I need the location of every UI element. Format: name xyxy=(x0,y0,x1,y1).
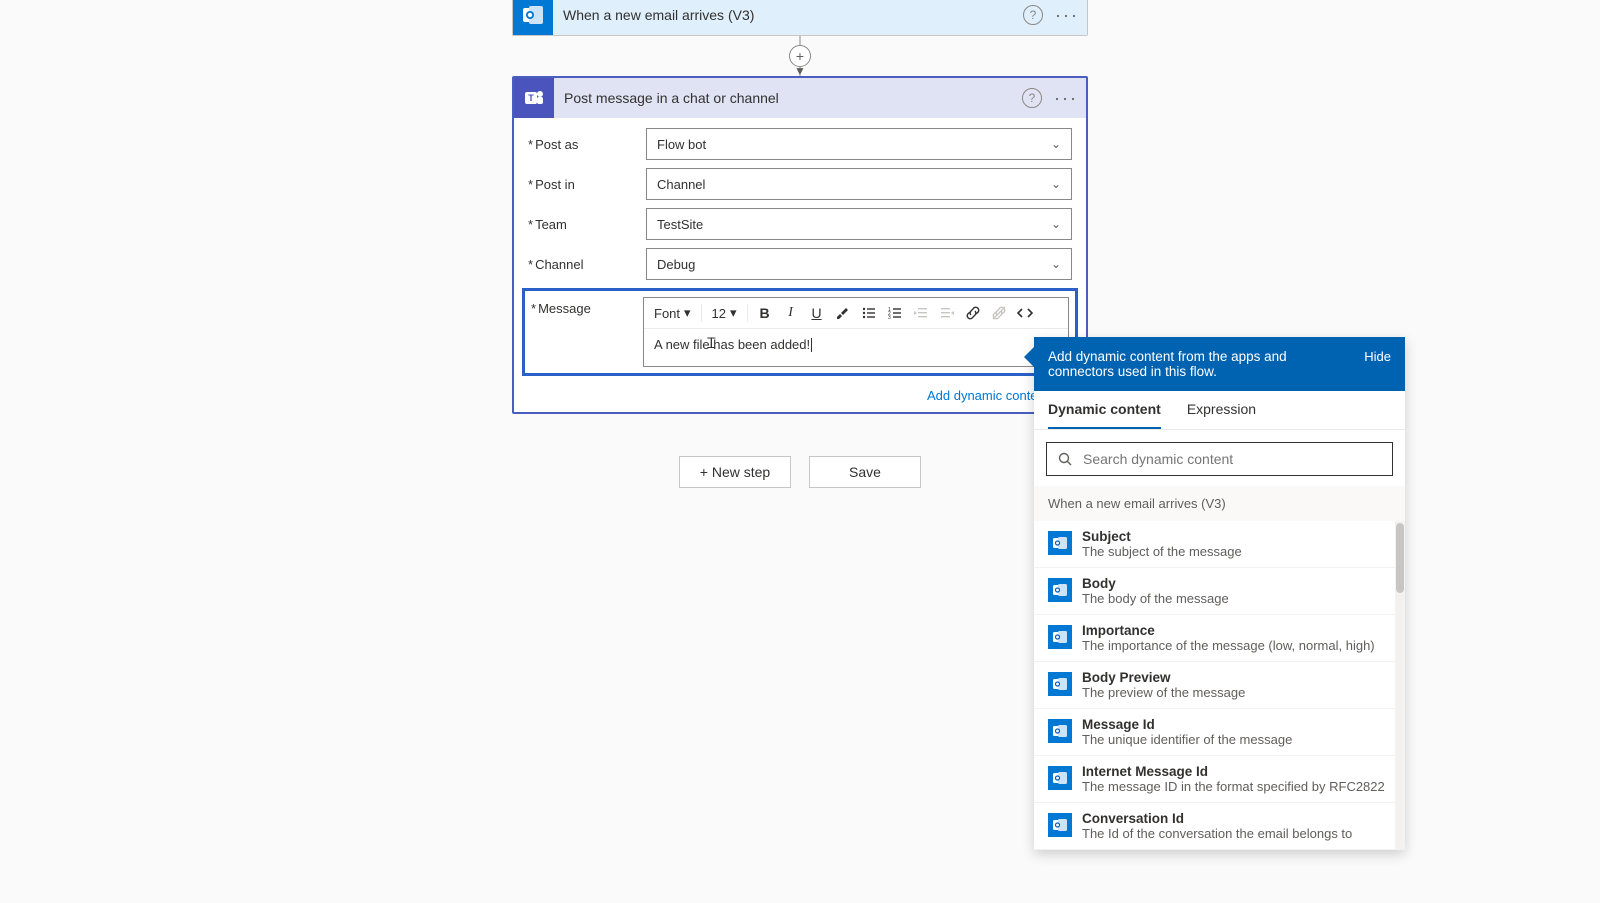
dynamic-group-header: When a new email arrives (V3) xyxy=(1034,486,1405,521)
bold-button[interactable]: B xyxy=(754,302,776,324)
outlook-icon xyxy=(1048,672,1072,696)
caret-down-icon: ▾ xyxy=(730,305,737,321)
numbered-list-button[interactable]: 123 xyxy=(884,302,906,324)
dynamic-content-list[interactable]: SubjectThe subject of the messageBodyThe… xyxy=(1034,521,1405,850)
teams-icon: T xyxy=(514,78,554,118)
trigger-title: When a new email arrives (V3) xyxy=(553,7,1023,23)
add-dynamic-content-link[interactable]: Add dynamic content ⚡ xyxy=(514,384,1086,412)
font-size-select[interactable]: 12 ▾ xyxy=(708,305,741,321)
outlook-icon xyxy=(513,0,553,35)
dynamic-item-title: Importance xyxy=(1082,623,1391,638)
font-family-select[interactable]: Font ▾ xyxy=(650,305,695,321)
dynamic-item-desc: The unique identifier of the message xyxy=(1082,732,1391,747)
field-label: Message xyxy=(538,301,591,316)
select-value: Channel xyxy=(657,177,705,192)
field-message: *Message Font ▾ 12 ▾ B I U xyxy=(522,288,1078,376)
dynamic-content-item[interactable]: Message IdThe unique identifier of the m… xyxy=(1034,709,1405,756)
chevron-down-icon: ⌄ xyxy=(1051,257,1061,271)
field-label: Post as xyxy=(535,137,578,152)
link-button[interactable] xyxy=(962,302,984,324)
dynamic-content-item[interactable]: Internet Message IdThe message ID in the… xyxy=(1034,756,1405,803)
help-icon[interactable]: ? xyxy=(1022,88,1042,108)
search-icon xyxy=(1057,451,1073,467)
dynamic-item-title: Message Id xyxy=(1082,717,1391,732)
outlook-icon xyxy=(1048,531,1072,555)
rich-text-editor: Font ▾ 12 ▾ B I U xyxy=(643,297,1069,367)
field-post-in: *Post in Channel ⌄ xyxy=(528,168,1072,200)
field-post-as: *Post as Flow bot ⌄ xyxy=(528,128,1072,160)
outdent-button[interactable] xyxy=(910,302,932,324)
search-dynamic-content[interactable] xyxy=(1046,442,1393,476)
dynamic-item-desc: The importance of the message (low, norm… xyxy=(1082,638,1391,653)
help-icon[interactable]: ? xyxy=(1023,5,1043,25)
dynamic-item-title: Body xyxy=(1082,576,1391,591)
flow-connector: + ▼ xyxy=(512,36,1088,76)
dynamic-item-desc: The preview of the message xyxy=(1082,685,1391,700)
post-in-select[interactable]: Channel ⌄ xyxy=(646,168,1072,200)
field-label: Post in xyxy=(535,177,575,192)
dynamic-item-title: Conversation Id xyxy=(1082,811,1391,826)
select-value: Debug xyxy=(657,257,695,272)
dynamic-item-title: Subject xyxy=(1082,529,1391,544)
team-select[interactable]: TestSite ⌄ xyxy=(646,208,1072,240)
dynamic-content-item[interactable]: SubjectThe subject of the message xyxy=(1034,521,1405,568)
svg-text:T: T xyxy=(528,93,534,103)
outlook-icon xyxy=(1048,813,1072,837)
code-view-button[interactable] xyxy=(1014,302,1036,324)
select-value: TestSite xyxy=(657,217,703,232)
outlook-icon xyxy=(1048,766,1072,790)
channel-select[interactable]: Debug ⌄ xyxy=(646,248,1072,280)
post-as-select[interactable]: Flow bot ⌄ xyxy=(646,128,1072,160)
bullet-list-button[interactable] xyxy=(858,302,880,324)
dynamic-item-title: Body Preview xyxy=(1082,670,1391,685)
tab-expression[interactable]: Expression xyxy=(1187,401,1256,429)
dynamic-content-item[interactable]: Conversation IdThe Id of the conversatio… xyxy=(1034,803,1405,850)
insert-step-button[interactable]: + xyxy=(789,45,811,67)
field-team: *Team TestSite ⌄ xyxy=(528,208,1072,240)
dynamic-item-desc: The body of the message xyxy=(1082,591,1391,606)
chevron-down-icon: ⌄ xyxy=(1051,217,1061,231)
search-input[interactable] xyxy=(1083,451,1382,467)
action-card[interactable]: T Post message in a chat or channel ? ··… xyxy=(512,76,1088,414)
highlight-button[interactable] xyxy=(832,302,854,324)
field-channel: *Channel Debug ⌄ xyxy=(528,248,1072,280)
outlook-icon xyxy=(1048,719,1072,743)
editor-toolbar: Font ▾ 12 ▾ B I U xyxy=(644,298,1068,329)
svg-text:3: 3 xyxy=(888,315,891,321)
dynamic-content-item[interactable]: Body PreviewThe preview of the message xyxy=(1034,662,1405,709)
chevron-down-icon: ⌄ xyxy=(1051,137,1061,151)
dynamic-content-item[interactable]: ImportanceThe importance of the message … xyxy=(1034,615,1405,662)
scrollbar-thumb[interactable] xyxy=(1396,523,1404,593)
chevron-down-icon: ⌄ xyxy=(1051,177,1061,191)
action-title: Post message in a chat or channel xyxy=(554,90,1022,106)
outlook-icon xyxy=(1048,625,1072,649)
dynamic-content-item[interactable]: BodyThe body of the message xyxy=(1034,568,1405,615)
more-menu-icon[interactable]: ··· xyxy=(1054,89,1078,107)
more-menu-icon[interactable]: ··· xyxy=(1055,6,1079,24)
outlook-icon xyxy=(1048,578,1072,602)
dynamic-panel-header-text: Add dynamic content from the apps and co… xyxy=(1048,349,1328,379)
scrollbar-track[interactable] xyxy=(1395,521,1405,850)
trigger-card[interactable]: When a new email arrives (V3) ? ··· xyxy=(512,0,1088,36)
dynamic-item-desc: The Id of the conversation the email bel… xyxy=(1082,826,1391,841)
new-step-button[interactable]: + New step xyxy=(679,456,791,488)
field-label: Team xyxy=(535,217,567,232)
dynamic-item-desc: The message ID in the format specified b… xyxy=(1082,779,1391,794)
dynamic-item-title: Internet Message Id xyxy=(1082,764,1391,779)
hide-panel-button[interactable]: Hide xyxy=(1364,349,1391,379)
italic-button[interactable]: I xyxy=(780,302,802,324)
select-value: Flow bot xyxy=(657,137,706,152)
indent-button[interactable] xyxy=(936,302,958,324)
dynamic-item-desc: The subject of the message xyxy=(1082,544,1391,559)
unlink-button[interactable] xyxy=(988,302,1010,324)
dynamic-content-panel: Add dynamic content from the apps and co… xyxy=(1034,337,1405,850)
save-button[interactable]: Save xyxy=(809,456,921,488)
underline-button[interactable]: U xyxy=(806,302,828,324)
caret-down-icon: ▾ xyxy=(684,305,691,321)
panel-pointer-icon xyxy=(1024,347,1034,367)
message-input[interactable]: Ꮖ A new file has been added! xyxy=(644,329,1068,366)
tab-dynamic-content[interactable]: Dynamic content xyxy=(1048,401,1161,429)
field-label: Channel xyxy=(535,257,583,272)
